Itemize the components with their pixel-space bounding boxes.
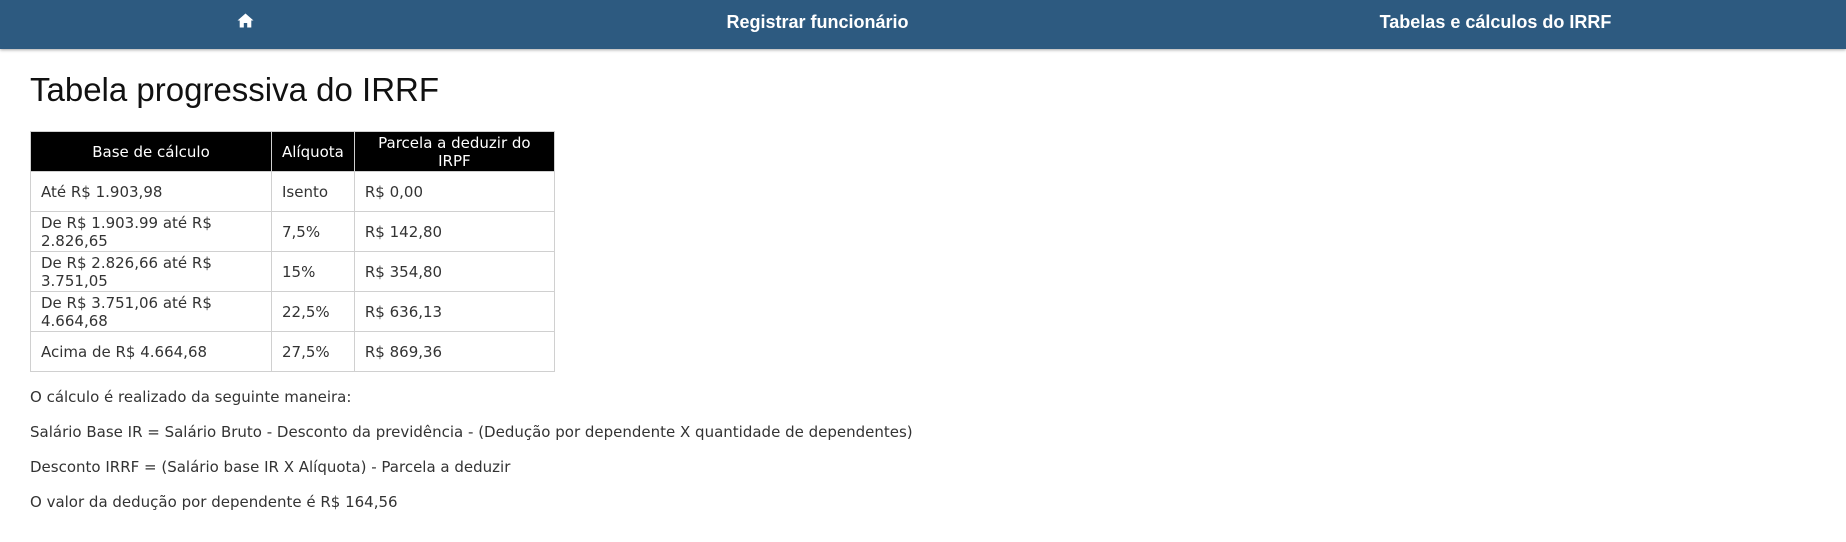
calculation-intro-text: O cálculo é realizado da seguinte maneir… xyxy=(30,388,352,406)
cell-parcela: R$ 142,80 xyxy=(353,211,555,252)
nav-home-link[interactable] xyxy=(0,0,490,45)
cell-parcela: R$ 636,13 xyxy=(353,291,555,332)
cell-parcela: R$ 354,80 xyxy=(353,251,555,292)
page-title: Tabela progressiva do IRRF xyxy=(30,71,440,108)
cell-base: De R$ 2.826,66 até R$ 3.751,05 xyxy=(30,251,272,292)
top-navbar: Registrar funcionário Tabelas e cálculos… xyxy=(0,0,1846,49)
cell-aliquota: 15% xyxy=(271,251,355,292)
header-aliquota: Alíquota xyxy=(271,131,355,172)
nav-irrf-tables-link[interactable]: Tabelas e cálculos do IRRF xyxy=(1145,0,1846,45)
cell-parcela: R$ 0,00 xyxy=(353,171,555,212)
irrf-discount-formula-text: Desconto IRRF = (Salário base IR X Alíqu… xyxy=(30,458,511,476)
nav-register-employee-link[interactable]: Registrar funcionário xyxy=(490,0,1145,45)
table-row: De R$ 1.903.99 até R$ 2.826,65 7,5% R$ 1… xyxy=(30,211,555,252)
table-header-row: Base de cálculo Alíquota Parcela a deduz… xyxy=(30,131,555,172)
cell-aliquota: Isento xyxy=(271,171,355,212)
home-icon xyxy=(237,12,254,32)
cell-base: De R$ 1.903.99 até R$ 2.826,65 xyxy=(30,211,272,252)
cell-base: Até R$ 1.903,98 xyxy=(30,171,272,212)
base-salary-formula-text: Salário Base IR = Salário Bruto - Descon… xyxy=(30,423,913,441)
cell-base: Acima de R$ 4.664,68 xyxy=(30,331,272,372)
cell-aliquota: 7,5% xyxy=(271,211,355,252)
table-row: Até R$ 1.903,98 Isento R$ 0,00 xyxy=(30,171,555,212)
header-base-calculo: Base de cálculo xyxy=(30,131,272,172)
table-row: De R$ 2.826,66 até R$ 3.751,05 15% R$ 35… xyxy=(30,251,555,292)
dependent-deduction-text: O valor da dedução por dependente é R$ 1… xyxy=(30,493,398,511)
cell-aliquota: 27,5% xyxy=(271,331,355,372)
table-row: De R$ 3.751,06 até R$ 4.664,68 22,5% R$ … xyxy=(30,291,555,332)
header-parcela-deduzir: Parcela a deduzir do IRPF xyxy=(353,131,555,172)
irrf-table: Base de cálculo Alíquota Parcela a deduz… xyxy=(30,131,555,372)
cell-parcela: R$ 869,36 xyxy=(353,331,555,372)
table-row: Acima de R$ 4.664,68 27,5% R$ 869,36 xyxy=(30,331,555,372)
cell-aliquota: 22,5% xyxy=(271,291,355,332)
cell-base: De R$ 3.751,06 até R$ 4.664,68 xyxy=(30,291,272,332)
